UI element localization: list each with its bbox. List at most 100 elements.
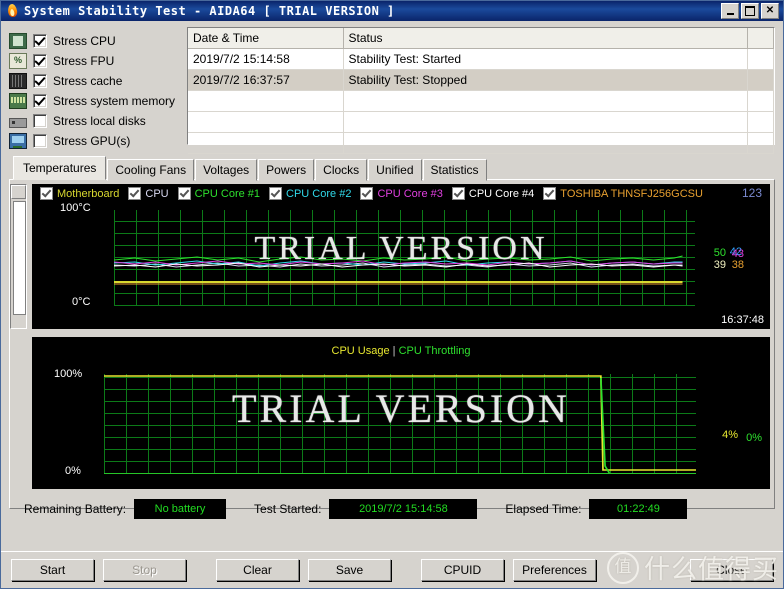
tab-clocks[interactable]: Clocks	[315, 159, 368, 181]
cell-blank	[747, 90, 774, 112]
save-button[interactable]: Save	[308, 559, 391, 581]
cpu-usage-title: CPU Usage	[331, 345, 390, 357]
option-label: Stress local disks	[53, 114, 146, 128]
test-started-label: Test Started:	[254, 502, 322, 516]
legend-label: CPU Core #3	[377, 187, 443, 200]
title-separator: |	[392, 345, 396, 357]
option-stress-cache[interactable]: Stress cache	[9, 71, 177, 91]
tab-powers[interactable]: Powers	[258, 159, 315, 181]
legend-item-cpu-core-4[interactable]: CPU Core #4	[451, 187, 535, 200]
column-header-status[interactable]: Status	[343, 28, 748, 49]
close-window-button[interactable]: ✕	[761, 3, 779, 19]
legend-checkbox[interactable]	[543, 187, 557, 200]
checkbox-stress-gpus[interactable]	[33, 134, 47, 148]
cell-blank	[747, 132, 774, 154]
table-row[interactable]: 2019/7/2 15:14:58 Stability Test: Starte…	[188, 48, 774, 70]
option-stress-gpus[interactable]: Stress GPU(s)	[9, 131, 177, 151]
clear-button[interactable]: Clear	[216, 559, 299, 581]
legend-checkbox[interactable]	[177, 187, 191, 200]
table-header-row: Date & Time Status	[188, 28, 774, 49]
top-section: Stress CPU % Stress FPU Stress cache Str…	[9, 27, 775, 154]
legend-checkbox[interactable]	[128, 187, 142, 200]
scroll-thumb[interactable]	[13, 201, 26, 315]
legend-item-cpu[interactable]: CPU	[128, 187, 169, 200]
legend-checkbox[interactable]	[360, 187, 374, 200]
legend-checkbox[interactable]	[451, 187, 465, 200]
cell-status	[343, 132, 748, 154]
option-label: Stress CPU	[53, 34, 116, 48]
tab-unified[interactable]: Unified	[368, 159, 422, 181]
legend-label: CPU	[145, 187, 169, 200]
cpuid-button[interactable]: CPUID	[421, 559, 504, 581]
temp-axis-min: 0°C	[72, 296, 91, 308]
option-stress-local-disks[interactable]: Stress local disks	[9, 111, 177, 131]
cell-blank	[747, 48, 774, 70]
legend-checkbox[interactable]	[40, 187, 53, 200]
cpu-throttling-title: CPU Throttling	[398, 345, 471, 357]
legend-label: CPU Core #4	[468, 187, 535, 200]
cell-status: Stability Test: Stopped	[343, 69, 748, 91]
checkbox-stress-cpu[interactable]	[33, 34, 47, 48]
option-stress-cpu[interactable]: Stress CPU	[9, 31, 177, 51]
cell-blank	[747, 111, 774, 133]
tab-strip: Temperatures Cooling Fans Voltages Power…	[13, 156, 775, 181]
table-row[interactable]	[188, 111, 774, 133]
tab-cooling-fans[interactable]: Cooling Fans	[107, 159, 195, 181]
close-button[interactable]: Close	[690, 559, 773, 581]
battery-value: No battery	[134, 499, 227, 519]
preferences-button[interactable]: Preferences	[513, 559, 596, 581]
usage-current-value: 4%	[722, 429, 738, 441]
table-row[interactable]	[188, 90, 774, 112]
elapsed-time-label: Elapsed Time:	[505, 502, 582, 516]
cell-datetime: 2019/7/2 15:14:58	[188, 48, 344, 70]
legend-label: Motherboard	[57, 187, 120, 200]
legend-item-toshiba-ssd[interactable]: TOSHIBA THNSFJ256GCSU	[543, 187, 703, 200]
legend-checkbox[interactable]	[269, 187, 283, 200]
checkbox-stress-cache[interactable]	[33, 74, 47, 88]
cell-datetime	[188, 90, 344, 112]
cpu-usage-graph[interactable]: CPU Usage | CPU Throttling 100% 0% TRIAL…	[32, 337, 770, 489]
tab-temperatures[interactable]: Temperatures	[13, 156, 107, 180]
legend-item-cpu-core-1[interactable]: CPU Core #1	[177, 187, 260, 200]
temperature-graph[interactable]: Motherboard CPU CPU Core #1 CPU Core #2	[32, 184, 770, 329]
checkbox-stress-fpu[interactable]	[33, 54, 47, 68]
tab-voltages[interactable]: Voltages	[195, 159, 258, 181]
temperature-legend: Motherboard CPU CPU Core #1 CPU Core #2	[40, 187, 703, 200]
window-title: System Stability Test - AIDA64 [ TRIAL V…	[24, 4, 395, 18]
legend-item-cpu-core-2[interactable]: CPU Core #2	[269, 187, 351, 200]
checkbox-stress-local-disks[interactable]	[33, 114, 47, 128]
table-row[interactable]: 2019/7/2 16:37:57 Stability Test: Stoppe…	[188, 69, 774, 91]
option-stress-fpu[interactable]: % Stress FPU	[9, 51, 177, 71]
memory-module-icon	[9, 93, 27, 109]
legend-item-cpu-core-3[interactable]: CPU Core #3	[360, 187, 443, 200]
checkbox-stress-system-memory[interactable]	[33, 94, 47, 108]
usage-graph-title: CPU Usage | CPU Throttling	[32, 345, 770, 357]
trial-watermark-usage: TRIAL VERSION	[232, 386, 570, 431]
option-stress-system-memory[interactable]: Stress system memory	[9, 91, 177, 111]
legend-item-motherboard[interactable]: Motherboard	[40, 187, 119, 200]
event-log-table[interactable]: Date & Time Status 2019/7/2 15:14:58 Sta…	[187, 27, 775, 154]
aida64-stability-test-window: System Stability Test - AIDA64 [ TRIAL V…	[0, 0, 784, 589]
option-label: Stress cache	[53, 74, 123, 88]
window-controls: ✕	[721, 3, 781, 19]
option-label: Stress GPU(s)	[53, 134, 131, 148]
tab-statistics[interactable]: Statistics	[422, 159, 487, 181]
scroll-up-button[interactable]	[11, 185, 26, 199]
minimize-button[interactable]	[721, 3, 739, 19]
start-button[interactable]: Start	[11, 559, 94, 581]
column-header-blank[interactable]	[747, 28, 774, 49]
button-bar: Start Stop Clear Save CPUID Preferences …	[1, 551, 783, 588]
temp-value-motherboard: 39	[713, 259, 726, 271]
client-area: Stress CPU % Stress FPU Stress cache Str…	[1, 21, 783, 519]
temperature-scrollbar[interactable]	[10, 184, 27, 329]
maximize-button[interactable]	[741, 3, 759, 19]
flame-icon	[5, 3, 21, 19]
cell-status	[343, 111, 748, 133]
stress-options-list: Stress CPU % Stress FPU Stress cache Str…	[9, 27, 177, 151]
temp-value-core: 50	[713, 247, 726, 259]
table-row[interactable]	[188, 132, 774, 154]
stop-button: Stop	[103, 559, 186, 581]
throttling-current-value: 0%	[746, 432, 762, 444]
cell-status	[343, 90, 748, 112]
column-header-datetime[interactable]: Date & Time	[188, 28, 344, 49]
